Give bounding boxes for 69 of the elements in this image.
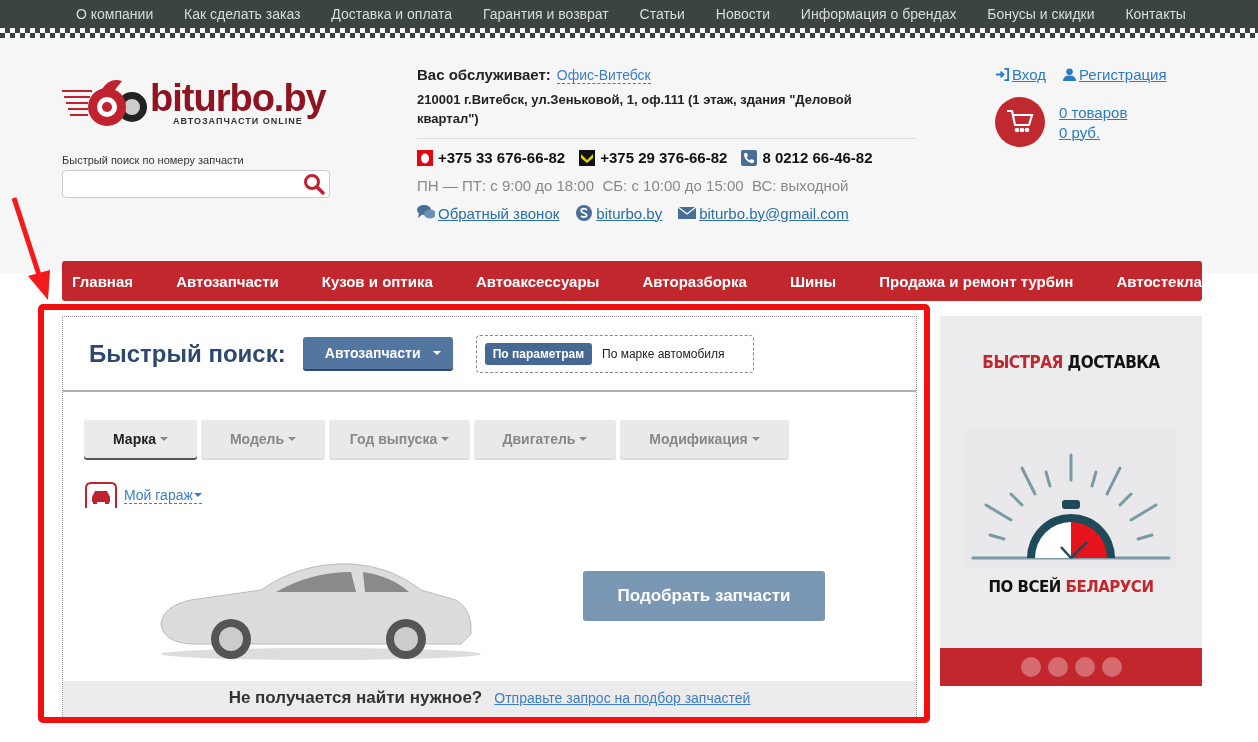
main-nav-link[interactable]: Кузов и оптика [321,272,433,290]
address-text: 210001 г.Витебск, ул.Зеньковой, 1, оф.111 (1 этаж, здания "Деловой квартал") [417,91,853,128]
carousel-dot[interactable] [1101,657,1122,677]
email-link[interactable]: biturbo.by@gmail.com [699,204,849,222]
phone-number: +375 33 676-66-82 [438,149,566,166]
carousel-dot[interactable] [1074,657,1095,677]
top-menu-link[interactable]: О компании [76,6,154,22]
caret-icon [160,437,168,441]
category-dropdown[interactable]: Автозапчасти [302,336,453,371]
top-menu-link[interactable]: Информация о брендах [800,6,957,22]
caret-icon [441,437,450,441]
search-icon[interactable] [303,173,325,195]
find-parts-button[interactable]: Подобрать запчасти [583,571,825,621]
phone-icon [741,149,758,166]
turbo-logo-icon [62,77,148,129]
working-hours: ПН — ПТ: с 9:00 до 18:00 СБ: с 10:00 до 15:00 ВС: выходной [417,177,850,194]
cart-icon [1006,109,1034,135]
cart-button[interactable] [995,97,1045,147]
filter-dropdown[interactable]: Марка [84,420,197,458]
search-mode-tab[interactable]: По параметрам [484,342,593,365]
phone-number: +375 29 376-66-82 [600,149,728,166]
user-icon [1061,67,1077,82]
top-menu-link[interactable]: Контакты [1125,6,1186,22]
logo[interactable]: biturbo.by АВТОЗАПЧАСТИ ONLINE [62,68,417,138]
operator-logo-icon [579,149,596,166]
banner-subtitle: ПО ВСЕЙ БЕЛАРУСИ [988,578,1154,596]
skype-icon [575,204,594,222]
caret-icon [579,437,588,441]
cart-total-link[interactable]: 0 руб. [1059,123,1128,141]
skype-link[interactable]: biturbo.by [596,204,663,222]
top-menu-link[interactable]: Новости [715,6,770,22]
main-nav-link[interactable]: Продажа и ремонт турбин [879,272,1074,290]
logo-tagline: АВТОЗАПЧАСТИ ONLINE [173,116,303,126]
carousel-dot[interactable] [1047,657,1068,677]
main-nav-link[interactable]: Автоаксессуары [475,272,600,290]
quick-search-title: Быстрый поиск: [89,339,286,368]
register-link[interactable]: Регистрация [1061,66,1167,83]
main-nav-link[interactable]: Авторазборка [642,272,747,290]
garage-car-icon[interactable] [84,482,118,508]
callback-link[interactable]: Обратный звонок [438,204,560,222]
help-text: Не получается найти нужное? [228,688,483,708]
main-nav-link[interactable]: Шины [789,272,837,290]
operator-logo-icon [417,149,433,166]
top-menu-link[interactable]: Как сделать заказ [184,6,301,22]
top-menu-link[interactable]: Статьи [639,6,685,22]
sign-in-icon [995,67,1010,82]
search-field[interactable] [62,170,330,198]
caret-icon [751,437,760,441]
office-link[interactable]: Офис-Витебск [556,67,651,84]
office-label: Вас обслуживает: [417,66,551,83]
caret-icon [193,493,202,497]
top-menu-link[interactable]: Доставка и оплата [331,6,453,22]
phone-number: 8 0212 66-46-82 [762,149,873,166]
top-menu-link[interactable]: Гарантия и возврат [482,6,609,22]
main-nav-link[interactable]: Главная [72,272,133,290]
envelope-icon [678,204,697,222]
main-nav-link[interactable]: Автостекла [1116,272,1202,290]
top-menu-link[interactable]: Бонусы и скидки [987,6,1095,22]
my-garage-link[interactable]: Мой гараж [124,487,202,504]
cart-items-link[interactable]: 0 товаров [1059,103,1128,121]
request-link[interactable]: Отправьте запрос на подбор запчастей [494,690,751,706]
search-mode-tab[interactable]: По марке автомобиля [594,342,733,365]
login-link[interactable]: Вход [995,66,1046,83]
caret-icon [432,350,441,355]
main-nav-link[interactable]: Автозапчасти [176,272,279,290]
banner-title: БЫСТРАЯ ДОСТАВКА [982,352,1160,372]
caret-icon [288,437,297,441]
search-label: Быстрый поиск по номеру запчасти [62,154,245,166]
carousel-dot[interactable] [1020,657,1041,677]
